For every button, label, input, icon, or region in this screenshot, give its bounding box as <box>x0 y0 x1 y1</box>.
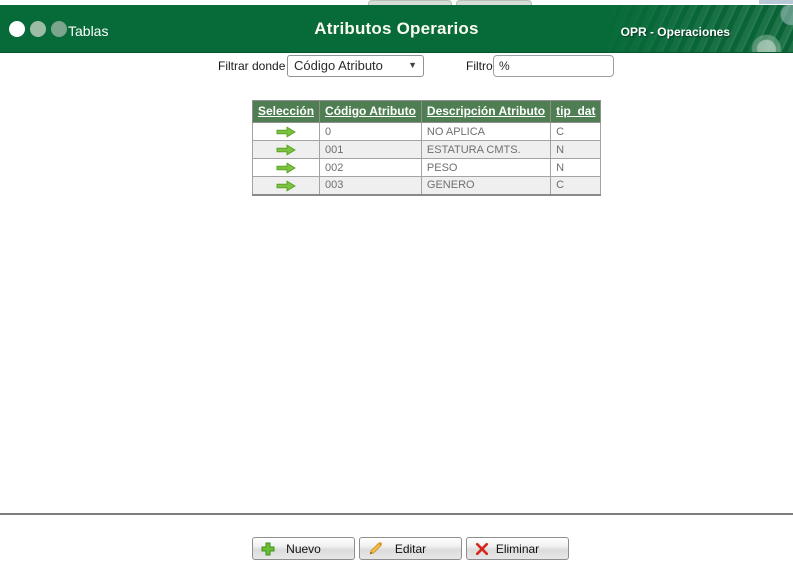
codigo-cell: 003 <box>319 176 422 195</box>
divider-line <box>0 513 793 515</box>
table-row: 0 NO APLICA C <box>251 122 602 141</box>
descripcion-cell: PESO <box>420 158 552 177</box>
attributes-table: Selección Código Atributo Descripción At… <box>251 100 602 196</box>
codigo-cell: 002 <box>319 158 422 177</box>
descripcion-cell: ESTATURA CMTS. <box>420 140 552 159</box>
x-icon <box>475 542 489 556</box>
chevron-down-icon: ▼ <box>408 60 417 70</box>
row-select-cell[interactable] <box>251 176 321 195</box>
codigo-cell: 0 <box>319 122 422 141</box>
filter-row: Filtrar donde Código Atributo ▼ Filtro <box>0 54 793 78</box>
header-bar: Tablas Atributos Operarios OPR - Operaci… <box>0 5 793 53</box>
tipdat-cell: N <box>550 140 602 159</box>
app-window: Tablas Atributos Operarios OPR - Operaci… <box>0 0 793 588</box>
action-buttons: Nuevo Editar Eliminar <box>252 537 569 560</box>
filter-where-label: Filtrar donde <box>218 59 286 73</box>
column-header-descripcion[interactable]: Descripción Atributo <box>420 100 552 123</box>
descripcion-cell: NO APLICA <box>420 122 552 141</box>
table-row: 001 ESTATURA CMTS. N <box>251 140 602 159</box>
tipdat-cell: N <box>550 158 602 177</box>
row-select-cell[interactable] <box>251 122 321 141</box>
column-header-codigo[interactable]: Código Atributo <box>319 100 422 123</box>
column-header-seleccion[interactable]: Selección <box>251 100 321 123</box>
tipdat-cell: C <box>550 176 602 195</box>
edit-button-label: Editar <box>394 541 427 556</box>
select-arrow-icon[interactable] <box>275 162 297 174</box>
delete-button-label: Eliminar <box>495 541 540 556</box>
tipdat-cell: C <box>550 122 602 141</box>
table-body: 0 NO APLICA C 001 ESTATURA CMTS. N 002 P… <box>251 122 602 195</box>
edit-button[interactable]: Editar <box>359 537 462 560</box>
filter-input[interactable] <box>493 55 614 77</box>
select-arrow-icon[interactable] <box>275 144 297 156</box>
background-corner <box>759 0 793 4</box>
plus-icon <box>261 542 275 556</box>
table-row: 003 GENERO C <box>251 176 602 195</box>
select-arrow-icon[interactable] <box>275 126 297 138</box>
module-label: OPR - Operaciones <box>620 25 730 39</box>
delete-button[interactable]: Eliminar <box>466 537 569 560</box>
filter-column-selected-value: Código Atributo <box>294 58 383 73</box>
select-arrow-icon[interactable] <box>275 180 297 192</box>
pencil-icon <box>369 542 383 555</box>
table-header-row: Selección Código Atributo Descripción At… <box>251 100 602 123</box>
filter-column-select[interactable]: Código Atributo ▼ <box>287 55 424 77</box>
row-select-cell[interactable] <box>251 140 321 159</box>
descripcion-cell: GENERO <box>420 176 552 195</box>
codigo-cell: 001 <box>319 140 422 159</box>
new-button-label: Nuevo <box>286 541 321 556</box>
column-header-tipdat[interactable]: tip_dat <box>550 100 602 123</box>
filter-value-label: Filtro <box>466 59 493 73</box>
table-row: 002 PESO N <box>251 158 602 177</box>
new-button[interactable]: Nuevo <box>252 537 355 560</box>
row-select-cell[interactable] <box>251 158 321 177</box>
